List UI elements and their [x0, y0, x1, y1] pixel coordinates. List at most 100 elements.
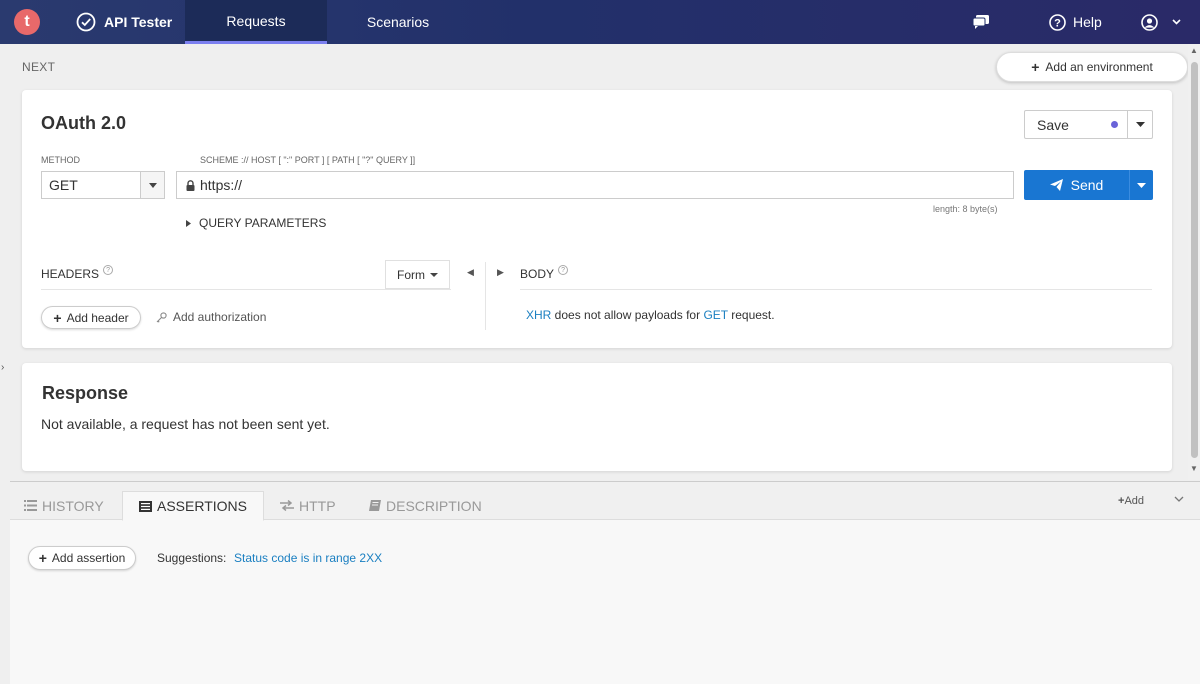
- lock-icon: [186, 179, 195, 191]
- tab-requests-label: Requests: [226, 12, 286, 29]
- url-format-label: SCHEME :// HOST [ ":" PORT ] [ PATH [ "?…: [200, 155, 416, 165]
- help-button[interactable]: ? Help: [1049, 0, 1102, 44]
- response-message: Not available, a request has not been se…: [41, 416, 330, 432]
- tab-requests[interactable]: Requests: [185, 0, 327, 44]
- caret-down-icon: [1135, 122, 1145, 127]
- add-authorization-label: Add authorization: [173, 310, 267, 324]
- plus-icon: +: [53, 309, 62, 326]
- response-card: Response Not available, a request has no…: [22, 363, 1172, 471]
- add-assertion-button[interactable]: + Add assertion: [28, 546, 136, 570]
- collapse-right-icon[interactable]: ▶: [497, 267, 504, 278]
- tab-description[interactable]: DESCRIPTION: [369, 491, 482, 520]
- response-title: Response: [42, 383, 129, 403]
- breadcrumb[interactable]: NEXT: [22, 60, 55, 74]
- send-options-button[interactable]: [1129, 170, 1153, 200]
- chevron-down-icon: [1174, 496, 1184, 502]
- scroll-up-icon[interactable]: ▲: [1190, 46, 1198, 55]
- main-scrollbar[interactable]: ▲ ▼: [1188, 44, 1200, 480]
- question-circle-icon: ?: [1049, 13, 1066, 31]
- account-menu[interactable]: [1141, 0, 1181, 44]
- app-logo[interactable]: t: [14, 9, 40, 35]
- add-authorization-button[interactable]: Add authorization: [156, 310, 266, 324]
- add-label: Add: [1124, 495, 1145, 507]
- headers-section-title: HEADERS ?: [41, 265, 114, 281]
- add-assertion-small-button[interactable]: +Add: [1118, 495, 1144, 507]
- send-button-group: Send: [1024, 170, 1153, 200]
- swap-arrows-icon: [280, 500, 294, 511]
- body-section-title: BODY ?: [520, 265, 569, 281]
- tab-http-label: HTTP: [299, 497, 336, 514]
- add-header-button[interactable]: + Add header: [41, 306, 141, 329]
- xhr-link[interactable]: XHR: [526, 308, 551, 322]
- body-message-end: request.: [727, 308, 775, 322]
- add-assertion-label: Add assertion: [51, 551, 126, 565]
- top-bar: t API Tester Requests Scenarios ? Help: [0, 0, 1200, 44]
- plus-icon: +: [38, 550, 47, 566]
- scroll-down-icon[interactable]: ▼: [1190, 464, 1198, 473]
- suggestion-link[interactable]: Status code is in range 2XX: [234, 551, 382, 565]
- add-environment-button[interactable]: + Add an environment: [996, 52, 1188, 82]
- sidebar-expand-icon[interactable]: ›: [1, 362, 4, 373]
- query-parameters-toggle[interactable]: QUERY PARAMETERS: [186, 216, 326, 230]
- help-icon[interactable]: ?: [558, 265, 569, 275]
- app-brand[interactable]: API Tester: [76, 0, 172, 44]
- add-header-label: Add header: [66, 310, 129, 325]
- send-button[interactable]: Send: [1024, 170, 1129, 200]
- tab-assertions[interactable]: ASSERTIONS: [122, 491, 264, 521]
- body-divider: [520, 289, 1152, 290]
- assertions-icon: [139, 500, 152, 512]
- add-environment-label: Add an environment: [1045, 60, 1153, 74]
- save-label: Save: [1037, 116, 1069, 133]
- chat-button[interactable]: [972, 0, 990, 44]
- save-button[interactable]: Save: [1025, 111, 1127, 138]
- tab-scenarios[interactable]: Scenarios: [327, 0, 469, 44]
- key-icon: [156, 311, 167, 323]
- request-card: OAuth 2.0 Save METHOD SCHEME :// HOST [ …: [22, 90, 1172, 348]
- method-label: METHOD: [41, 155, 80, 165]
- url-field[interactable]: [176, 171, 1014, 199]
- body-label: BODY: [520, 267, 555, 281]
- paper-plane-icon: [1049, 179, 1063, 191]
- panel-divider: [485, 262, 486, 330]
- unsaved-dot-icon: [1111, 121, 1118, 128]
- chevron-down-icon: [1172, 19, 1181, 25]
- form-label: Form: [397, 267, 425, 282]
- body-message: XHR does not allow payloads for GET requ…: [526, 308, 775, 322]
- get-method-link[interactable]: GET: [703, 308, 727, 322]
- tab-assertions-label: ASSERTIONS: [157, 498, 247, 514]
- help-icon[interactable]: ?: [103, 265, 114, 275]
- headers-label: HEADERS: [41, 267, 100, 281]
- method-select[interactable]: GET: [41, 171, 165, 199]
- check-circle-icon: [76, 12, 96, 32]
- headers-divider: [41, 289, 451, 290]
- url-input[interactable]: [200, 177, 980, 193]
- user-icon: [1141, 13, 1158, 31]
- tab-http[interactable]: HTTP: [280, 491, 336, 520]
- scroll-thumb[interactable]: [1191, 62, 1198, 458]
- query-parameters-label: QUERY PARAMETERS: [199, 216, 327, 230]
- collapse-panel-button[interactable]: [1174, 494, 1184, 505]
- send-label: Send: [1070, 177, 1104, 193]
- save-button-group: Save: [1024, 110, 1153, 139]
- bottom-panel: HISTORY ASSERTIONS HTTP DESCRIPTION +Add…: [10, 481, 1200, 684]
- save-options-button[interactable]: [1127, 111, 1152, 138]
- url-length-label: length: 8 byte(s): [933, 204, 998, 214]
- plus-icon: +: [1031, 59, 1040, 75]
- tab-scenarios-label: Scenarios: [366, 14, 430, 30]
- app-name: API Tester: [104, 14, 173, 30]
- tab-description-label: DESCRIPTION: [386, 497, 482, 514]
- svg-text:?: ?: [1054, 17, 1061, 29]
- caret-down-icon: [140, 172, 164, 198]
- chat-icon: [972, 15, 989, 29]
- caret-down-icon: [1137, 182, 1146, 188]
- bottom-tabs-bar: HISTORY ASSERTIONS HTTP DESCRIPTION +Add: [10, 482, 1200, 521]
- method-value: GET: [49, 177, 78, 193]
- tab-history[interactable]: HISTORY: [24, 491, 104, 520]
- headers-mode-select[interactable]: Form: [385, 260, 450, 289]
- caret-down-icon: [430, 272, 438, 277]
- collapse-left-icon[interactable]: ◀: [467, 267, 474, 278]
- request-title[interactable]: OAuth 2.0: [41, 113, 126, 134]
- book-icon: [369, 500, 381, 511]
- tab-history-label: HISTORY: [42, 497, 104, 514]
- caret-right-icon: [186, 219, 191, 227]
